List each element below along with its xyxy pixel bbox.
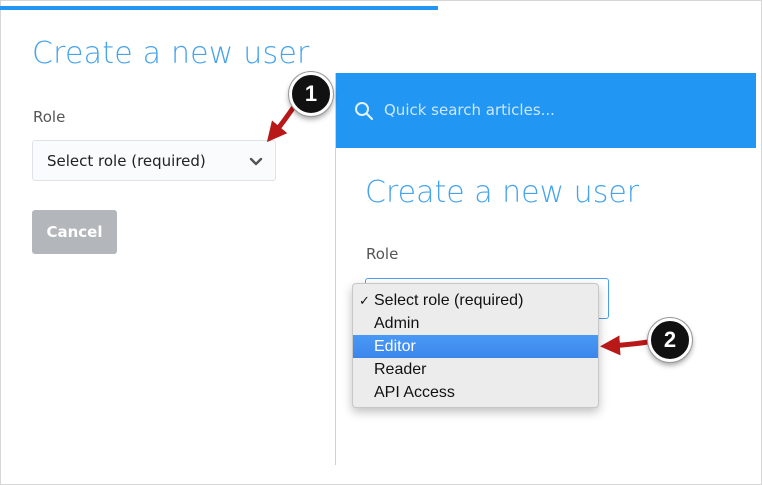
checkmark-icon: ✓ bbox=[359, 293, 370, 308]
dropdown-option-label: Editor bbox=[374, 338, 416, 355]
dropdown-option-api-access[interactable]: API Access bbox=[353, 381, 598, 404]
dropdown-option-label: Select role (required) bbox=[374, 292, 524, 309]
cancel-button[interactable]: Cancel bbox=[32, 210, 117, 254]
dropdown-option-label: Reader bbox=[374, 361, 427, 378]
dropdown-option-select-role[interactable]: ✓ Select role (required) bbox=[353, 289, 598, 312]
dropdown-option-label: API Access bbox=[374, 384, 455, 401]
dropdown-option-admin[interactable]: Admin bbox=[353, 312, 598, 335]
callout-badge-2: 2 bbox=[648, 318, 692, 362]
role-dropdown-menu: ✓ Select role (required) Admin Editor Re… bbox=[352, 283, 599, 408]
search-placeholder: Quick search articles... bbox=[384, 101, 555, 119]
right-page-title: Create a new user bbox=[365, 175, 640, 210]
dropdown-option-label: Admin bbox=[374, 315, 420, 332]
search-bar[interactable]: Quick search articles... bbox=[336, 73, 756, 148]
callout-badge-1: 1 bbox=[289, 72, 333, 116]
search-icon bbox=[355, 102, 374, 121]
left-role-select-value: Select role (required) bbox=[47, 152, 206, 170]
left-role-label: Role bbox=[33, 108, 66, 126]
chevron-down-icon bbox=[249, 157, 263, 166]
left-role-select[interactable]: Select role (required) bbox=[32, 140, 276, 181]
left-page-title: Create a new user bbox=[32, 36, 310, 71]
dropdown-option-reader[interactable]: Reader bbox=[353, 358, 598, 381]
top-accent-bar bbox=[0, 6, 438, 10]
right-role-label: Role bbox=[366, 245, 399, 263]
dropdown-option-editor[interactable]: Editor bbox=[353, 335, 598, 358]
